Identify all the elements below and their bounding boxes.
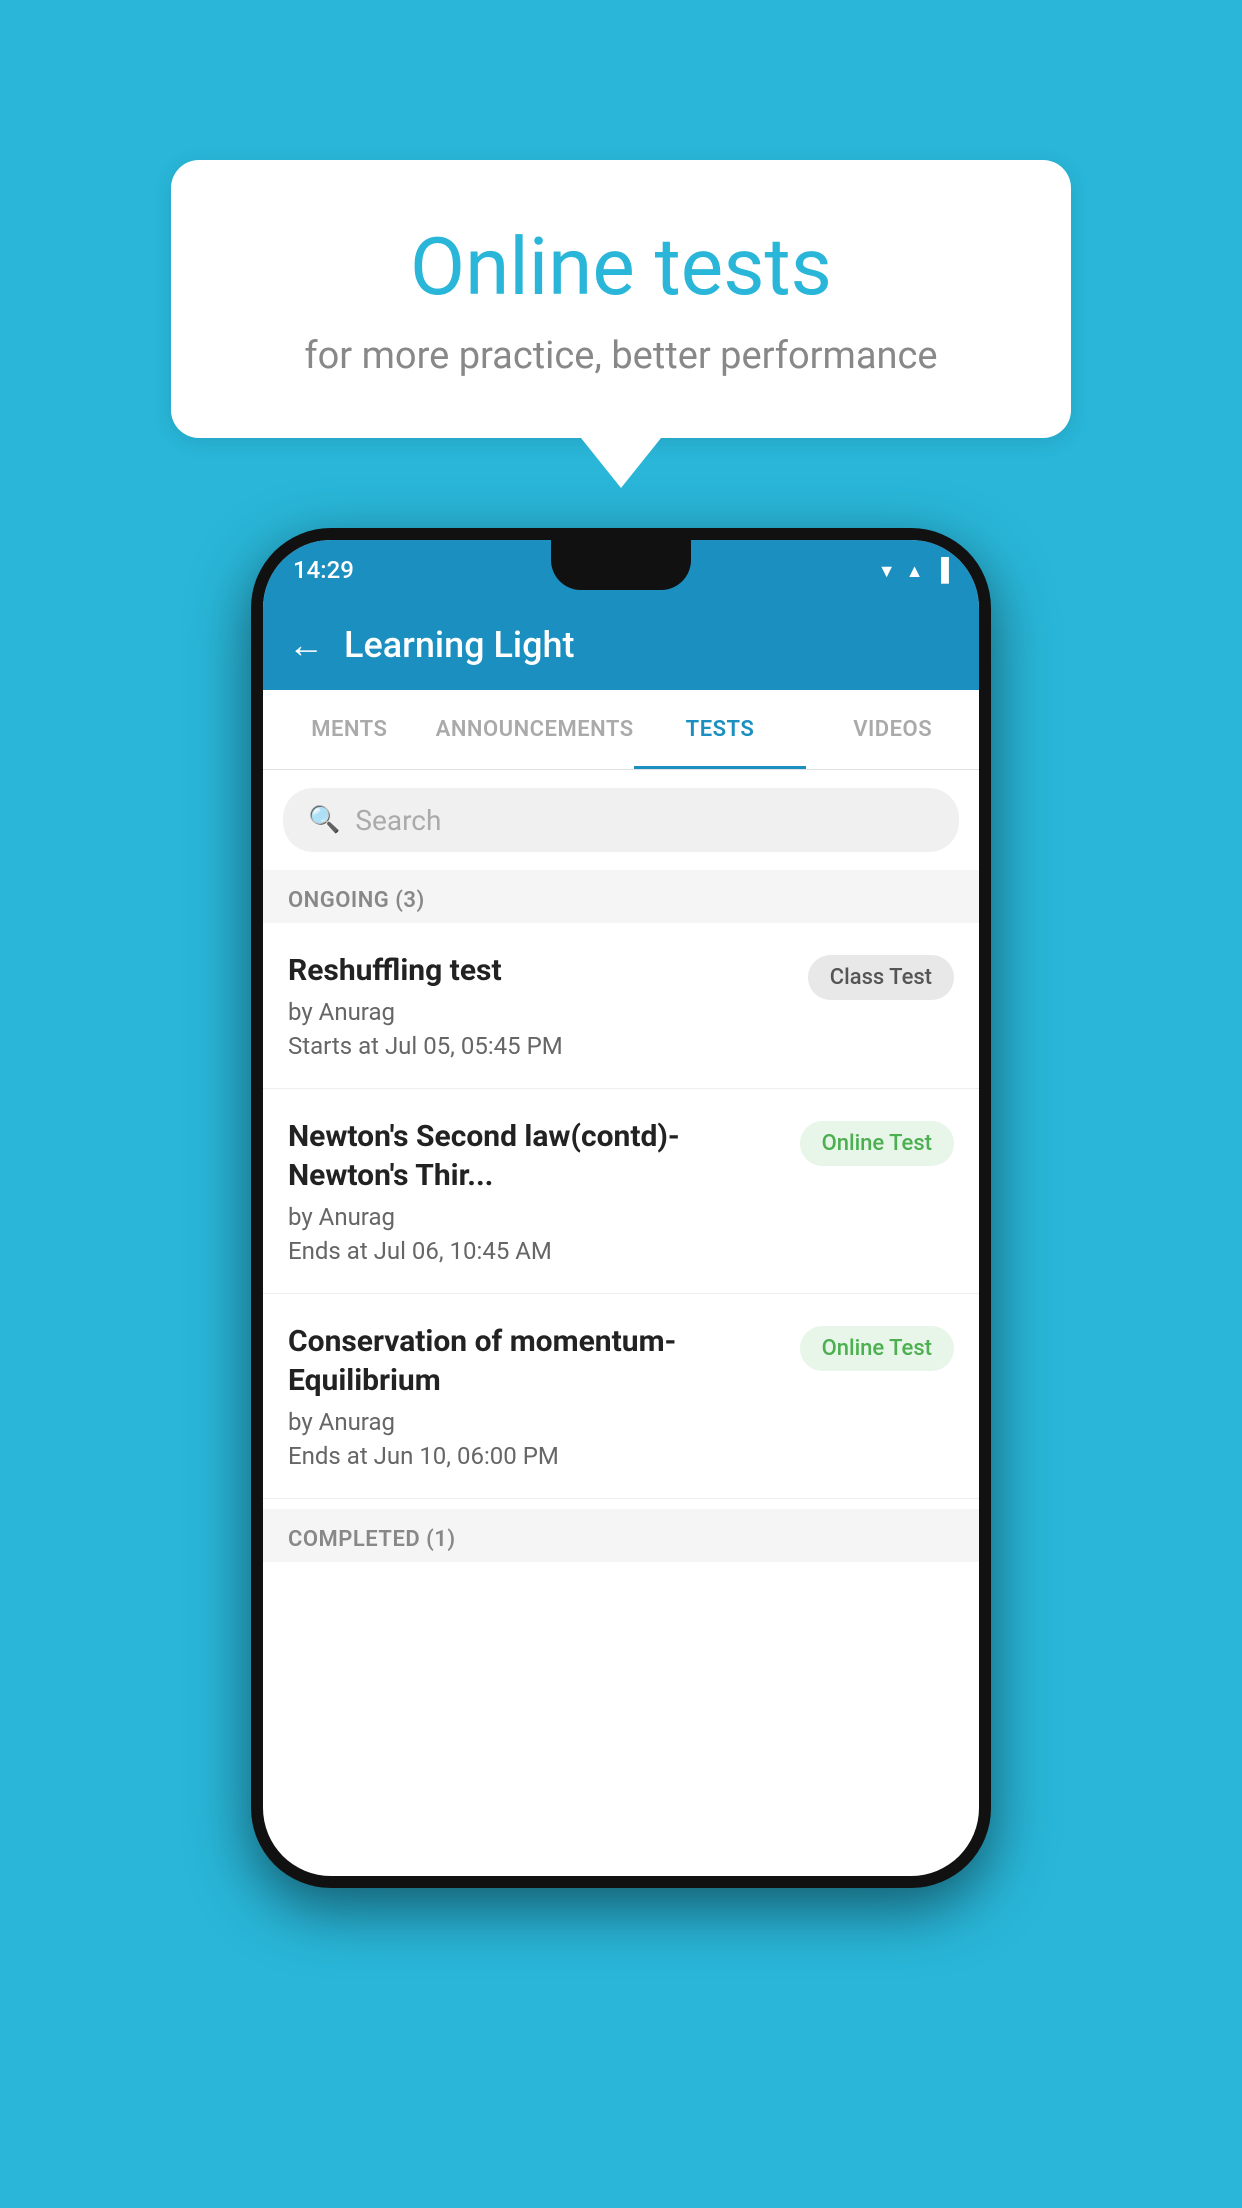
phone-screen: 14:29 ← Learning Light MENTS ANNOUNCEMEN… [263, 540, 979, 1876]
tab-announcements[interactable]: ANNOUNCEMENTS [436, 690, 634, 769]
battery-icon [933, 557, 949, 583]
test-info-1: Reshuffling test by Anurag Starts at Jul… [288, 951, 808, 1060]
test-info-3: Conservation of momentum-Equilibrium by … [288, 1322, 800, 1470]
test-list: Reshuffling test by Anurag Starts at Jul… [263, 923, 979, 1499]
test-author-1: by Anurag [288, 998, 793, 1026]
test-info-2: Newton's Second law(contd)-Newton's Thir… [288, 1117, 800, 1265]
search-icon: 🔍 [308, 805, 340, 835]
speech-bubble: Online tests for more practice, better p… [171, 160, 1071, 438]
status-icons [878, 557, 949, 583]
speech-bubble-title: Online tests [251, 220, 991, 314]
ongoing-section-header: ONGOING (3) [263, 870, 979, 923]
app-title: Learning Light [344, 624, 574, 666]
tabs-bar: MENTS ANNOUNCEMENTS TESTS VIDEOS [263, 690, 979, 770]
test-time-1: Starts at Jul 05, 05:45 PM [288, 1032, 793, 1060]
status-time: 14:29 [293, 556, 354, 584]
app-bar: ← Learning Light [263, 600, 979, 690]
test-item-1[interactable]: Reshuffling test by Anurag Starts at Jul… [263, 923, 979, 1089]
completed-section-header: COMPLETED (1) [263, 1509, 979, 1562]
speech-bubble-arrow [581, 438, 661, 488]
back-button[interactable]: ← [288, 624, 324, 666]
search-placeholder: Search [355, 804, 441, 837]
search-box[interactable]: 🔍 Search [283, 788, 959, 852]
test-badge-1: Class Test [808, 955, 954, 1000]
speech-bubble-container: Online tests for more practice, better p… [171, 160, 1071, 488]
test-name-1: Reshuffling test [288, 951, 793, 990]
tab-tests[interactable]: TESTS [634, 690, 807, 769]
tab-videos[interactable]: VIDEOS [806, 690, 979, 769]
phone-wrapper: 14:29 ← Learning Light MENTS ANNOUNCEMEN… [251, 528, 991, 1888]
tab-ments[interactable]: MENTS [263, 690, 436, 769]
phone-notch [551, 540, 691, 590]
test-name-2: Newton's Second law(contd)-Newton's Thir… [288, 1117, 785, 1195]
test-badge-2: Online Test [800, 1121, 954, 1166]
test-time-2: Ends at Jul 06, 10:45 AM [288, 1237, 785, 1265]
test-badge-3: Online Test [800, 1326, 954, 1371]
test-author-3: by Anurag [288, 1408, 785, 1436]
search-container: 🔍 Search [263, 770, 979, 870]
phone: 14:29 ← Learning Light MENTS ANNOUNCEMEN… [251, 528, 991, 1888]
test-item-3[interactable]: Conservation of momentum-Equilibrium by … [263, 1294, 979, 1499]
test-time-3: Ends at Jun 10, 06:00 PM [288, 1442, 785, 1470]
test-author-2: by Anurag [288, 1203, 785, 1231]
signal-icon [906, 558, 924, 582]
test-name-3: Conservation of momentum-Equilibrium [288, 1322, 785, 1400]
wifi-icon [878, 558, 896, 582]
test-item-2[interactable]: Newton's Second law(contd)-Newton's Thir… [263, 1089, 979, 1294]
speech-bubble-subtitle: for more practice, better performance [251, 334, 991, 378]
